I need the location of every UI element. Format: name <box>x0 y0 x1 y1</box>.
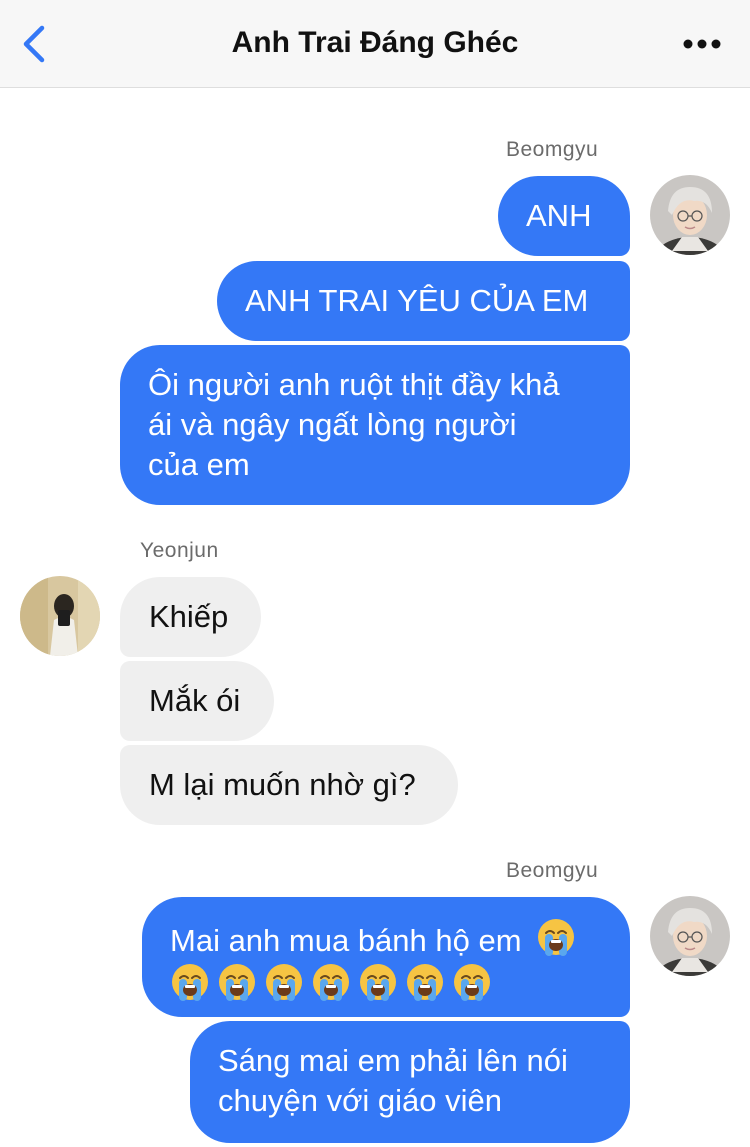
message-bubble[interactable]: Ôi người anh ruột thịt đầy khả ái và ngâ… <box>120 345 630 505</box>
emoji-row <box>170 964 630 1007</box>
loudly-crying-face-icon <box>170 962 210 1012</box>
message-bubble[interactable]: ANH TRAI YÊU CỦA EM <box>217 261 630 341</box>
message-text: Mắk ói <box>149 683 241 718</box>
message-bubble[interactable]: Sáng mai em phải lên nói chuyện với giáo… <box>190 1021 630 1143</box>
more-horizontal-icon <box>683 39 721 49</box>
avatar[interactable] <box>650 175 730 255</box>
message-text: ANH TRAI YÊU CỦA EM <box>245 283 589 318</box>
message-bubble[interactable]: M lại muốn nhờ gì? <box>120 745 458 825</box>
message-text: chuyện với giáo viên <box>218 1083 502 1118</box>
message-text: Sáng mai em phải lên nói <box>218 1043 568 1078</box>
more-options-button[interactable] <box>672 22 732 66</box>
loudly-crying-face-icon <box>311 962 351 1012</box>
message-text: ANH <box>526 198 592 233</box>
sender-name: Yeonjun <box>140 539 219 562</box>
chat-screen: Anh Trai Đáng Ghéc Beomgyu ANH ANH TRAI … <box>0 0 750 1147</box>
loudly-crying-face-icon <box>536 917 576 967</box>
message-text: M lại muốn nhờ gì? <box>149 767 416 802</box>
sender-name: Beomgyu <box>506 138 599 161</box>
avatar[interactable] <box>20 576 100 656</box>
message-text: của em <box>148 447 250 482</box>
conversation-header: Anh Trai Đáng Ghéc <box>0 0 750 88</box>
loudly-crying-face-icon <box>358 962 398 1012</box>
avatar[interactable] <box>650 896 730 976</box>
message-text: Ôi người anh ruột thịt đầy khả <box>148 367 560 402</box>
loudly-crying-face-icon <box>217 962 257 1012</box>
loudly-crying-face-icon <box>264 962 304 1012</box>
chevron-left-icon <box>23 25 45 63</box>
conversation-title: Anh Trai Đáng Ghéc <box>231 26 519 59</box>
loudly-crying-face-icon <box>405 962 445 1012</box>
message-text: Khiếp <box>149 599 229 634</box>
message-bubble[interactable]: Khiếp <box>120 577 261 657</box>
sender-name: Beomgyu <box>506 859 599 882</box>
loudly-crying-face-icon <box>452 962 492 1012</box>
message-bubble[interactable]: Mắk ói <box>120 661 274 741</box>
message-text: ái và ngây ngất lòng người <box>148 407 517 442</box>
message-bubble[interactable]: ANH <box>498 176 630 256</box>
message-bubble[interactable]: Mai anh mua bánh hộ em <box>142 897 630 1017</box>
message-text: Mai anh mua bánh hộ em <box>170 923 522 958</box>
back-button[interactable] <box>6 14 62 74</box>
